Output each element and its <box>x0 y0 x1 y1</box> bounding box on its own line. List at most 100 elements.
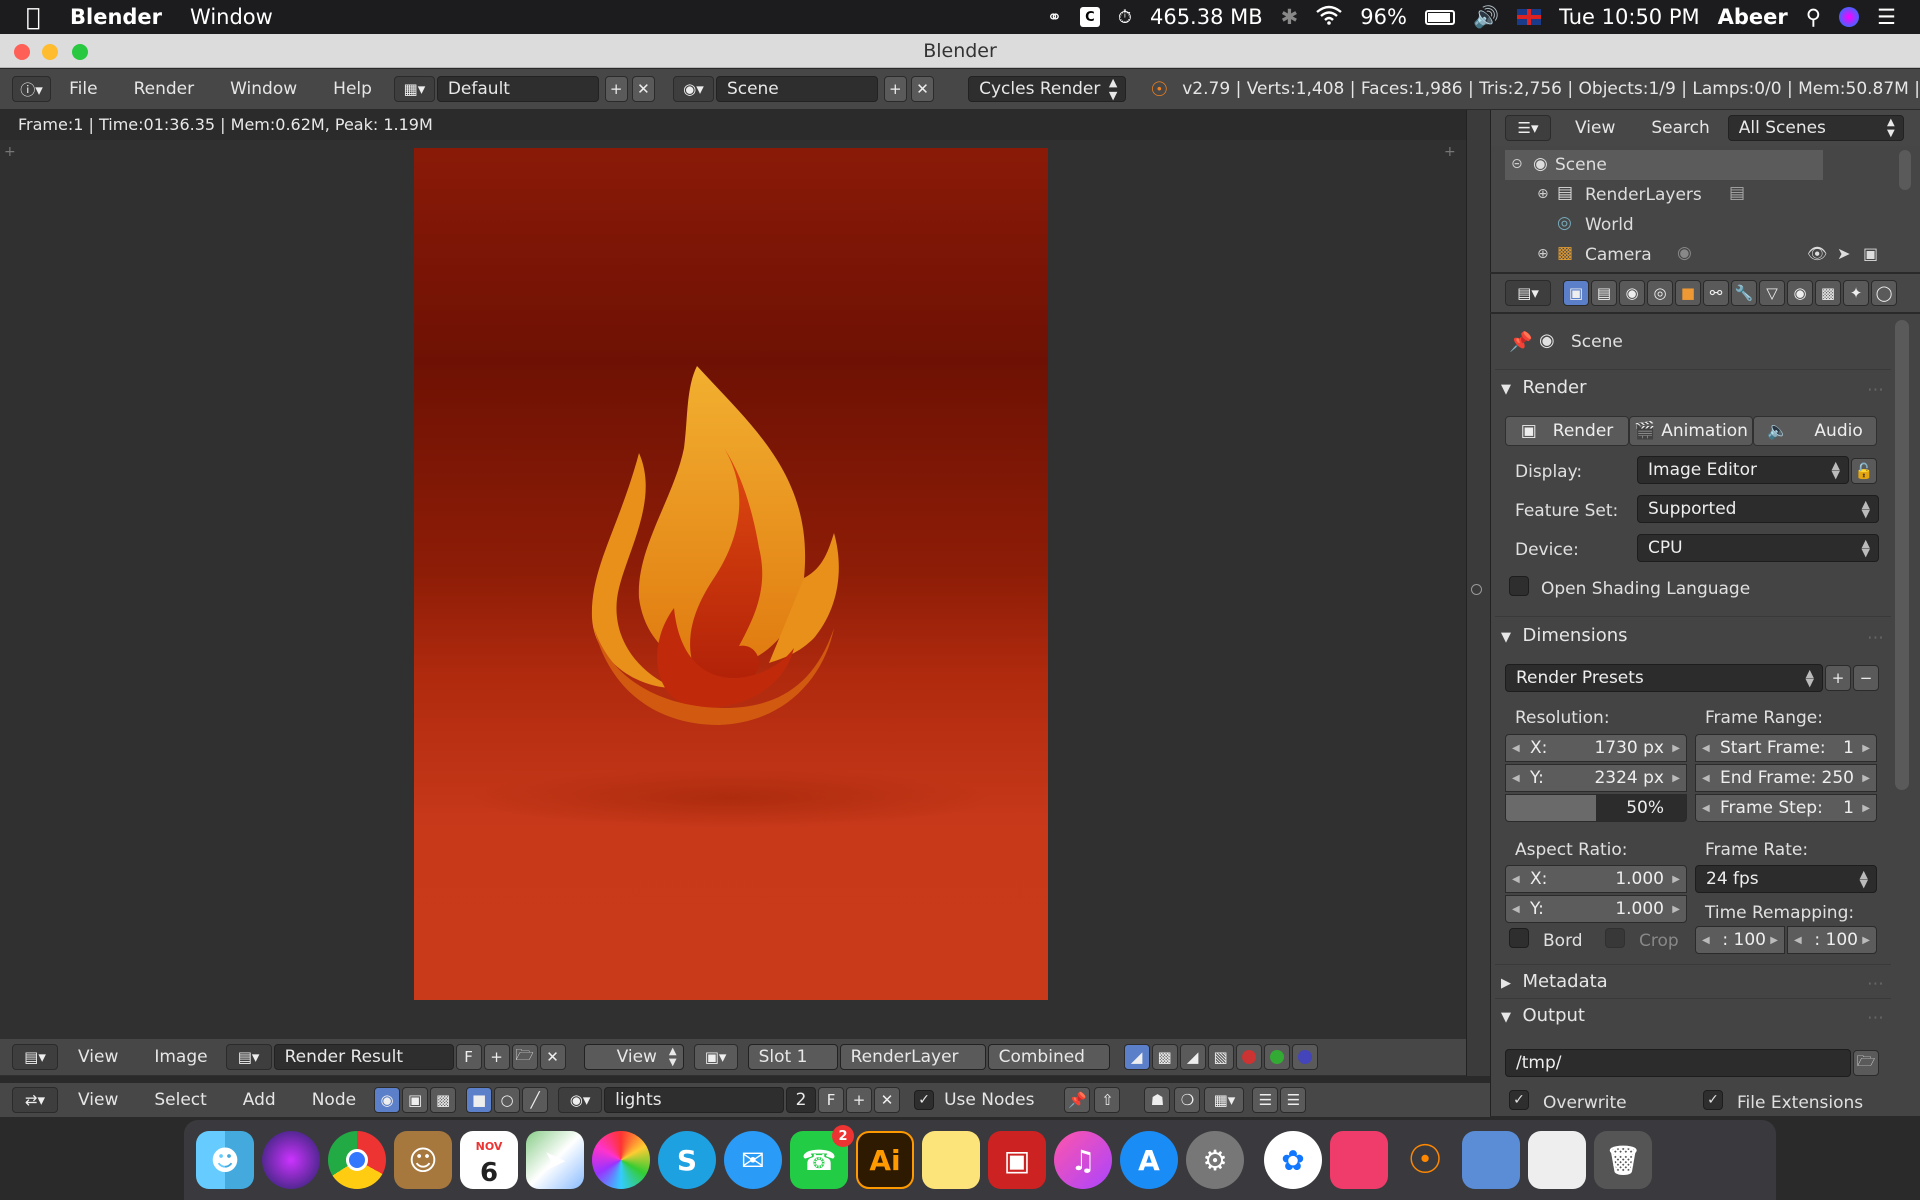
spotlight-search-icon[interactable]: ⚲ <box>1806 5 1821 29</box>
dimensions-panel-header[interactable]: ▼ Dimensions <box>1501 625 1628 646</box>
tab-world-icon[interactable]: ◎ <box>1647 280 1673 306</box>
photo-booth-icon[interactable]: ▣ <box>988 1131 1046 1189</box>
backdrop-icon[interactable]: ☗ <box>1144 1087 1171 1113</box>
close-window-button[interactable] <box>14 44 30 60</box>
render-result-image[interactable] <box>414 148 1048 1000</box>
overwrite-checkbox[interactable]: ✓ <box>1509 1090 1529 1110</box>
channel-blue-icon[interactable] <box>1291 1044 1318 1070</box>
browse-folder-icon[interactable]: 🗁 <box>1853 1050 1879 1076</box>
channel-red-icon[interactable] <box>1235 1044 1262 1070</box>
audio-button[interactable]: 🔈 Audio <box>1753 416 1877 446</box>
new-material-icon[interactable]: + <box>846 1087 873 1113</box>
add-layout-icon[interactable]: + <box>604 76 628 102</box>
snap-element-icon[interactable]: ▦▾ <box>1204 1087 1245 1113</box>
material-name-field[interactable]: lights <box>604 1087 785 1113</box>
scene-selector-icon[interactable]: ◉▾ <box>673 76 714 102</box>
tab-material-icon[interactable]: ◉ <box>1787 280 1813 306</box>
output-panel-header[interactable]: ▼ Output <box>1501 1005 1585 1026</box>
screen-layout-icon[interactable]: ▦▾ <box>393 76 435 102</box>
renderability-camera-icon[interactable]: ▣ <box>1863 244 1878 263</box>
display-alpha-icon[interactable]: ▩ <box>1151 1044 1178 1070</box>
compositing-nodes-icon[interactable]: ▣ <box>402 1087 429 1113</box>
resolution-x-field[interactable]: ◀ X: 1730 px ▶ <box>1505 734 1687 762</box>
menu-view[interactable]: View <box>78 1047 118 1067</box>
metadata-panel-header[interactable]: ▶ Metadata <box>1501 971 1608 992</box>
notification-center-icon[interactable]: ☰ <box>1877 5 1896 29</box>
node-menu-add[interactable]: Add <box>243 1090 276 1110</box>
menubar-window[interactable]: Window <box>190 5 273 29</box>
fake-user-button[interactable]: F <box>455 1044 482 1070</box>
delete-scene-icon[interactable]: ✕ <box>910 76 935 102</box>
open-image-icon[interactable]: 🗁 <box>511 1044 538 1070</box>
outliner-menu-search[interactable]: Search <box>1651 118 1709 138</box>
finder-icon[interactable]: ☻ <box>196 1131 254 1189</box>
downloads-folder-icon[interactable] <box>1462 1131 1520 1189</box>
display-color-alpha-icon[interactable]: ◢ <box>1123 1044 1150 1070</box>
screen-layout-field[interactable]: Default <box>436 76 599 102</box>
properties-scrollbar[interactable] <box>1895 320 1909 790</box>
render-pass-select[interactable]: Combined <box>987 1044 1110 1070</box>
zip-file-icon[interactable] <box>1528 1131 1586 1189</box>
crop-checkbox[interactable] <box>1605 928 1625 948</box>
tab-render-layers-icon[interactable]: ▤ <box>1591 280 1617 306</box>
expand-camera-icon[interactable]: ⊕ <box>1537 246 1549 262</box>
slot-select[interactable]: Slot 1 <box>747 1044 838 1070</box>
tab-modifiers-icon[interactable]: 🔧 <box>1731 280 1757 306</box>
aspect-y-field[interactable]: ◀ Y: 1.000 ▶ <box>1505 895 1687 923</box>
tab-render-icon[interactable]: ▣ <box>1563 280 1589 306</box>
wifi-icon[interactable] <box>1316 5 1343 30</box>
paste-nodes-icon[interactable]: ☰ <box>1280 1087 1307 1113</box>
aspect-x-field[interactable]: ◀ X: 1.000 ▶ <box>1505 865 1687 893</box>
trash-icon[interactable]: 🗑 <box>1594 1131 1652 1189</box>
object-shader-icon[interactable]: ■ <box>466 1087 493 1113</box>
file-extensions-checkbox[interactable]: ✓ <box>1703 1090 1723 1110</box>
time-remap-new-field[interactable]: ◀: 100 ▶ <box>1787 926 1877 954</box>
pin-icon[interactable]: 📌 <box>1064 1087 1091 1113</box>
outliner-menu-view[interactable]: View <box>1575 118 1615 138</box>
menu-help[interactable]: Help <box>333 79 372 99</box>
unlink-image-icon[interactable]: ✕ <box>539 1044 566 1070</box>
bluetooth-icon[interactable]: ✱ <box>1281 5 1299 29</box>
blender-dock-icon[interactable]: ☉ <box>1396 1131 1454 1189</box>
chrome-icon[interactable] <box>328 1131 386 1189</box>
outliner-item-camera[interactable]: Camera <box>1585 245 1652 265</box>
flag-uk-icon[interactable] <box>1517 9 1542 25</box>
material-browse-icon[interactable]: ◉▾ <box>558 1087 603 1113</box>
frame-rate-select[interactable]: 24 fps ▲ ▼ <box>1695 865 1877 893</box>
osl-checkbox[interactable] <box>1509 576 1529 596</box>
siri-dock-icon[interactable] <box>262 1131 320 1189</box>
render-layer-select[interactable]: RenderLayer <box>839 1044 986 1070</box>
battery-percent[interactable]: 96% <box>1360 5 1407 29</box>
shader-nodes-icon[interactable]: ◉ <box>374 1087 401 1113</box>
render-presets-select[interactable]: Render Presets ▲ ▼ <box>1505 664 1823 692</box>
remove-preset-icon[interactable]: − <box>1853 665 1879 691</box>
render-button[interactable]: ▣ Render <box>1505 416 1629 446</box>
area-split-icon[interactable]: + <box>4 144 16 160</box>
tab-scene-icon[interactable]: ◉ <box>1619 280 1645 306</box>
node-menu-node[interactable]: Node <box>312 1090 356 1110</box>
node-menu-select[interactable]: Select <box>154 1090 206 1110</box>
border-checkbox[interactable] <box>1509 928 1529 948</box>
panel-drag-icon[interactable]: ⋯ <box>1867 380 1884 400</box>
unlink-material-icon[interactable]: ✕ <box>874 1087 901 1113</box>
add-preset-icon[interactable]: + <box>1825 665 1851 691</box>
maps-icon[interactable]: ➤ <box>526 1131 584 1189</box>
pin-context-icon[interactable]: 📌 <box>1509 330 1533 353</box>
animation-button[interactable]: 🎬 Animation <box>1629 416 1753 446</box>
contacts-icon[interactable]: ☺ <box>394 1131 452 1189</box>
calendar-icon[interactable]: NOV 6 <box>460 1131 518 1189</box>
material-fake-user-button[interactable]: F <box>818 1087 845 1113</box>
output-path-input[interactable]: /tmp/ <box>1505 1049 1851 1077</box>
messages-icon[interactable]: ✉ <box>724 1131 782 1189</box>
tab-constraints-icon[interactable]: ⚯ <box>1703 280 1729 306</box>
collapse-icon[interactable]: ⊝ <box>1511 156 1523 172</box>
tab-data-icon[interactable]: ▽ <box>1759 280 1785 306</box>
resolution-y-field[interactable]: ◀ Y: 2324 px ▶ <box>1505 764 1687 792</box>
tab-object-icon[interactable]: ■ <box>1675 280 1701 306</box>
world-shader-icon[interactable]: ○ <box>494 1087 521 1113</box>
tab-texture-icon[interactable]: ▩ <box>1815 280 1841 306</box>
delete-layout-icon[interactable]: ✕ <box>631 76 656 102</box>
menu-image[interactable]: Image <box>154 1047 207 1067</box>
render-panel-header[interactable]: ▼ Render <box>1501 377 1587 398</box>
editor-type-properties-icon[interactable]: ▤▾ <box>1505 280 1551 306</box>
